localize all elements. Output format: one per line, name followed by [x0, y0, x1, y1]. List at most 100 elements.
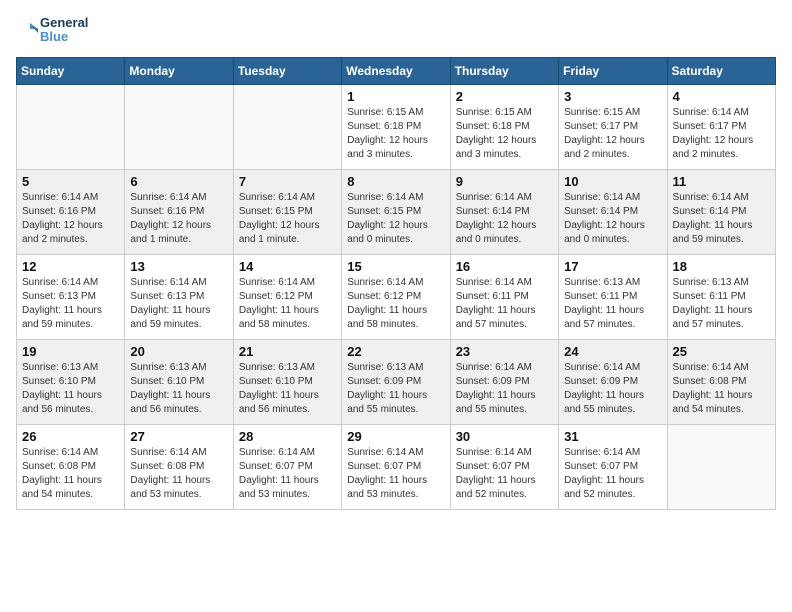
day-number: 19 [22, 344, 119, 359]
day-number: 23 [456, 344, 553, 359]
calendar-cell: 20Sunrise: 6:13 AM Sunset: 6:10 PM Dayli… [125, 339, 233, 424]
header: General Blue [16, 16, 776, 45]
calendar-cell: 1 Sunrise: 6:15 AM Sunset: 6:18 PM Daylig… [342, 84, 450, 169]
calendar-cell: 19 Sunrise: 6:13 AM Sunset: 6:10 PM Dayli… [17, 339, 125, 424]
logo-container: General Blue [16, 16, 88, 45]
day-number: 2 [456, 89, 553, 104]
day-number: 4 [673, 89, 770, 104]
calendar-cell: 27 Sunrise: 6:14 AM Sunset: 6:08 PM Dayli… [125, 424, 233, 509]
cell-info: Sunrise: 6:14 AM Sunset: 6:13 PM Dayligh… [130, 276, 227, 332]
weekday-header-wednesday: Wednesday [342, 57, 450, 84]
day-number: 26 [22, 429, 119, 444]
calendar-cell: 7Sunrise: 6:14 AM Sunset: 6:15 PM Daylig… [233, 169, 341, 254]
week-row-2: 12Sunrise: 6:14 AM Sunset: 6:13 PM Dayli… [17, 254, 776, 339]
logo-bird-icon [16, 19, 38, 41]
calendar-cell: 16 Sunrise: 6:14 AM Sunset: 6:11 PM Dayli… [450, 254, 558, 339]
cell-info: Sunrise: 6:14 AM Sunset: 6:08 PM Dayligh… [22, 446, 119, 502]
cell-info: Sunrise: 6:14 AM Sunset: 6:16 PM Dayligh… [130, 191, 227, 247]
calendar-cell [667, 424, 775, 509]
weekday-header-thursday: Thursday [450, 57, 558, 84]
cell-info: Sunrise: 6:13 AM Sunset: 6:10 PM Dayligh… [22, 361, 119, 417]
logo-general: General [40, 16, 88, 30]
calendar-cell: 14Sunrise: 6:14 AM Sunset: 6:12 PM Dayli… [233, 254, 341, 339]
day-number: 16 [456, 259, 553, 274]
calendar-cell: 28 Sunrise: 6:14 AM Sunset: 6:07 PM Dayli… [233, 424, 341, 509]
weekday-header-friday: Friday [559, 57, 667, 84]
week-row-1: 5 Sunrise: 6:14 AM Sunset: 6:16 PM Daylig… [17, 169, 776, 254]
day-number: 3 [564, 89, 661, 104]
week-row-0: 1 Sunrise: 6:15 AM Sunset: 6:18 PM Daylig… [17, 84, 776, 169]
day-number: 7 [239, 174, 336, 189]
day-number: 10 [564, 174, 661, 189]
cell-info: Sunrise: 6:14 AM Sunset: 6:14 PM Dayligh… [673, 191, 770, 247]
day-number: 6 [130, 174, 227, 189]
cell-info: Sunrise: 6:15 AM Sunset: 6:17 PM Dayligh… [564, 106, 661, 162]
cell-info: Sunrise: 6:14 AM Sunset: 6:08 PM Dayligh… [130, 446, 227, 502]
calendar-cell [233, 84, 341, 169]
calendar-cell: 26 Sunrise: 6:14 AM Sunset: 6:08 PM Dayli… [17, 424, 125, 509]
weekday-header-row: SundayMondayTuesdayWednesdayThursdayFrid… [17, 57, 776, 84]
day-number: 31 [564, 429, 661, 444]
logo: General Blue [16, 16, 88, 45]
day-number: 29 [347, 429, 444, 444]
cell-info: Sunrise: 6:14 AM Sunset: 6:07 PM Dayligh… [456, 446, 553, 502]
day-number: 1 [347, 89, 444, 104]
calendar-cell: 13 Sunrise: 6:14 AM Sunset: 6:13 PM Dayli… [125, 254, 233, 339]
cell-info: Sunrise: 6:14 AM Sunset: 6:12 PM Dayligh… [347, 276, 444, 332]
calendar-cell: 10Sunrise: 6:14 AM Sunset: 6:14 PM Dayli… [559, 169, 667, 254]
calendar-cell: 8 Sunrise: 6:14 AM Sunset: 6:15 PM Daylig… [342, 169, 450, 254]
day-number: 22 [347, 344, 444, 359]
cell-info: Sunrise: 6:14 AM Sunset: 6:11 PM Dayligh… [456, 276, 553, 332]
calendar-cell: 22 Sunrise: 6:13 AM Sunset: 6:09 PM Dayli… [342, 339, 450, 424]
day-number: 13 [130, 259, 227, 274]
calendar-cell: 3 Sunrise: 6:15 AM Sunset: 6:17 PM Daylig… [559, 84, 667, 169]
day-number: 21 [239, 344, 336, 359]
calendar-cell: 9Sunrise: 6:14 AM Sunset: 6:14 PM Daylig… [450, 169, 558, 254]
cell-info: Sunrise: 6:14 AM Sunset: 6:17 PM Dayligh… [673, 106, 770, 162]
day-number: 5 [22, 174, 119, 189]
weekday-header-sunday: Sunday [17, 57, 125, 84]
calendar-cell: 17 Sunrise: 6:13 AM Sunset: 6:11 PM Dayli… [559, 254, 667, 339]
day-number: 14 [239, 259, 336, 274]
calendar-cell: 2 Sunrise: 6:15 AM Sunset: 6:18 PM Daylig… [450, 84, 558, 169]
day-number: 28 [239, 429, 336, 444]
calendar-cell: 31 Sunrise: 6:14 AM Sunset: 6:07 PM Dayli… [559, 424, 667, 509]
calendar-cell: 29 Sunrise: 6:14 AM Sunset: 6:07 PM Dayli… [342, 424, 450, 509]
cell-info: Sunrise: 6:13 AM Sunset: 6:10 PM Dayligh… [130, 361, 227, 417]
calendar-cell: 18Sunrise: 6:13 AM Sunset: 6:11 PM Dayli… [667, 254, 775, 339]
cell-info: Sunrise: 6:14 AM Sunset: 6:07 PM Dayligh… [564, 446, 661, 502]
day-number: 25 [673, 344, 770, 359]
calendar-cell: 21 Sunrise: 6:13 AM Sunset: 6:10 PM Dayli… [233, 339, 341, 424]
cell-info: Sunrise: 6:14 AM Sunset: 6:16 PM Dayligh… [22, 191, 119, 247]
day-number: 17 [564, 259, 661, 274]
calendar-cell: 23Sunrise: 6:14 AM Sunset: 6:09 PM Dayli… [450, 339, 558, 424]
weekday-header-saturday: Saturday [667, 57, 775, 84]
logo-blue: Blue [40, 30, 88, 44]
day-number: 27 [130, 429, 227, 444]
day-number: 9 [456, 174, 553, 189]
cell-info: Sunrise: 6:15 AM Sunset: 6:18 PM Dayligh… [456, 106, 553, 162]
week-row-4: 26 Sunrise: 6:14 AM Sunset: 6:08 PM Dayli… [17, 424, 776, 509]
calendar-cell: 12Sunrise: 6:14 AM Sunset: 6:13 PM Dayli… [17, 254, 125, 339]
week-row-3: 19 Sunrise: 6:13 AM Sunset: 6:10 PM Dayli… [17, 339, 776, 424]
cell-info: Sunrise: 6:14 AM Sunset: 6:07 PM Dayligh… [347, 446, 444, 502]
cell-info: Sunrise: 6:13 AM Sunset: 6:09 PM Dayligh… [347, 361, 444, 417]
day-number: 8 [347, 174, 444, 189]
day-number: 30 [456, 429, 553, 444]
cell-info: Sunrise: 6:13 AM Sunset: 6:11 PM Dayligh… [564, 276, 661, 332]
cell-info: Sunrise: 6:14 AM Sunset: 6:15 PM Dayligh… [347, 191, 444, 247]
cell-info: Sunrise: 6:15 AM Sunset: 6:18 PM Dayligh… [347, 106, 444, 162]
cell-info: Sunrise: 6:14 AM Sunset: 6:08 PM Dayligh… [673, 361, 770, 417]
weekday-header-tuesday: Tuesday [233, 57, 341, 84]
calendar-cell: 11Sunrise: 6:14 AM Sunset: 6:14 PM Dayli… [667, 169, 775, 254]
day-number: 18 [673, 259, 770, 274]
cell-info: Sunrise: 6:14 AM Sunset: 6:07 PM Dayligh… [239, 446, 336, 502]
cell-info: Sunrise: 6:13 AM Sunset: 6:10 PM Dayligh… [239, 361, 336, 417]
cell-info: Sunrise: 6:14 AM Sunset: 6:13 PM Dayligh… [22, 276, 119, 332]
calendar-cell: 30 Sunrise: 6:14 AM Sunset: 6:07 PM Dayli… [450, 424, 558, 509]
calendar-cell: 5 Sunrise: 6:14 AM Sunset: 6:16 PM Daylig… [17, 169, 125, 254]
day-number: 24 [564, 344, 661, 359]
calendar-cell: 25 Sunrise: 6:14 AM Sunset: 6:08 PM Dayli… [667, 339, 775, 424]
calendar-cell: 6 Sunrise: 6:14 AM Sunset: 6:16 PM Daylig… [125, 169, 233, 254]
calendar: SundayMondayTuesdayWednesdayThursdayFrid… [16, 57, 776, 510]
